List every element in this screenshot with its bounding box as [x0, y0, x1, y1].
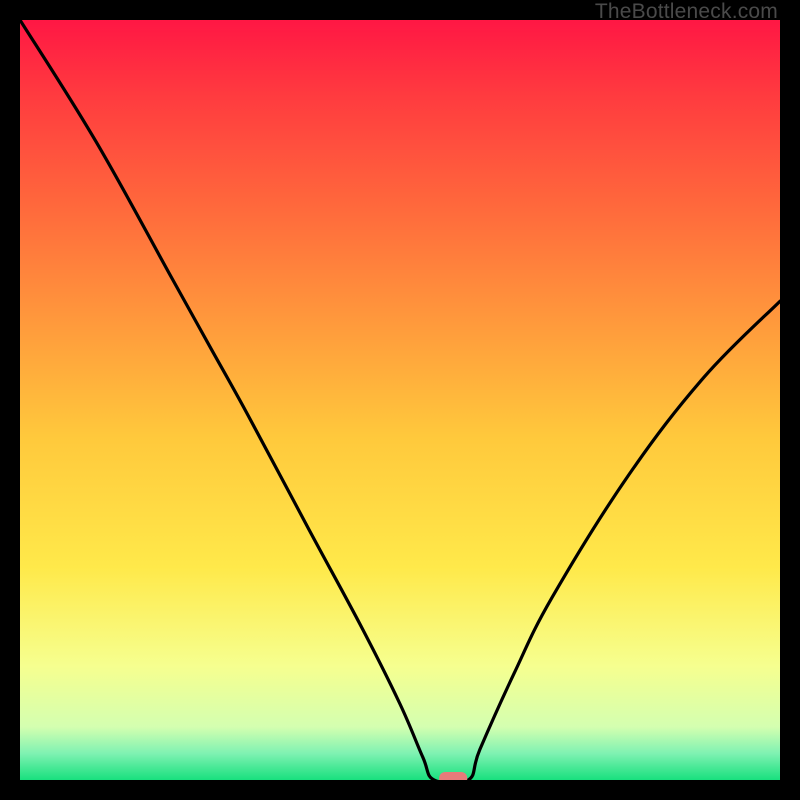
bottleneck-chart: [20, 20, 780, 780]
plot-area: [20, 20, 780, 780]
optimal-marker: [439, 772, 467, 780]
watermark-text: TheBottleneck.com: [595, 0, 778, 24]
gradient-background: [20, 20, 780, 780]
chart-frame: TheBottleneck.com: [0, 0, 800, 800]
